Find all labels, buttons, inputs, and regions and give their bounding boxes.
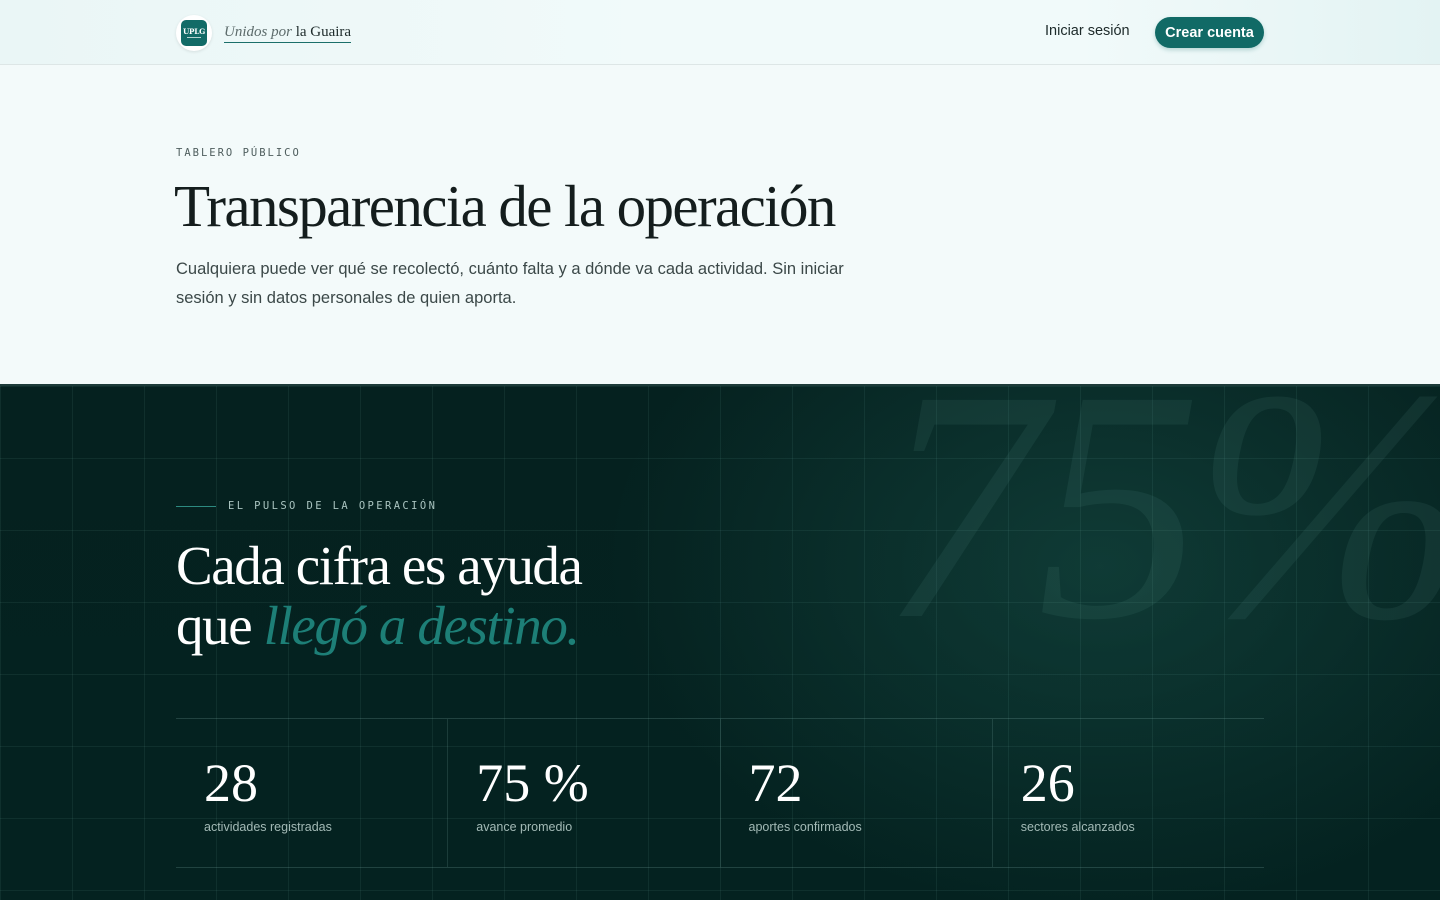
stat-card-sectors: 26 sectores alcanzados (993, 719, 1264, 867)
hero-lead-text: Cualquiera puede ver qué se recolectó, c… (176, 260, 844, 307)
stat-label: aportes confirmados (748, 820, 862, 834)
logo-text: UPLG (182, 26, 206, 36)
stat-value: 72 (748, 753, 803, 813)
stat-label: actividades registradas (204, 820, 332, 834)
pulse-section: 75% EL PULSO DE LA OPERACIÓN Cada cifra … (0, 384, 1440, 900)
brand-name: Unidos por la Guaira (224, 23, 352, 43)
stat-value: 26 (1020, 753, 1075, 813)
stats-row: 28 actividades registradas 75 % avance p… (176, 718, 1264, 868)
pulse-title: Cada cifra es ayuda que llegó a destino. (176, 535, 583, 656)
brand-home-link[interactable]: UPLG Unidos por la Guaira (176, 15, 352, 51)
logo-icon: UPLG (181, 20, 207, 46)
pulse-eyebrow: EL PULSO DE LA OPERACIÓN (176, 500, 437, 512)
brand-name-italic: Unidos por (224, 24, 292, 40)
stat-label: avance promedio (476, 820, 573, 834)
stat-value: 75 % (476, 753, 589, 813)
brand-name-regular: la Guaira (295, 24, 352, 40)
login-link[interactable]: Iniciar sesión (1045, 23, 1130, 39)
stat-card-progress: 75 % avance promedio (448, 719, 721, 867)
pulse-eyebrow-text: EL PULSO DE LA OPERACIÓN (228, 500, 438, 512)
hero-eyebrow: TABLERO PÚBLICO (176, 147, 301, 159)
eyebrow-rule (176, 505, 216, 507)
pulse-title-accent: llegó a destino. (263, 595, 581, 656)
stat-label: sectores alcanzados (1020, 820, 1135, 834)
logo-badge: UPLG (176, 15, 212, 51)
stat-value: 28 (204, 753, 258, 813)
signup-button[interactable]: Crear cuenta (1155, 17, 1264, 48)
page-title: Transparencia de la operación (174, 173, 836, 239)
stat-card-contributions: 72 aportes confirmados (721, 719, 993, 867)
pulse-title-line1: Cada cifra es ayuda (176, 535, 583, 596)
top-navbar: UPLG Unidos por la Guaira Iniciar sesión… (0, 0, 1440, 65)
pulse-title-prefix: que (176, 595, 253, 656)
stat-card-activities: 28 actividades registradas (176, 719, 449, 867)
